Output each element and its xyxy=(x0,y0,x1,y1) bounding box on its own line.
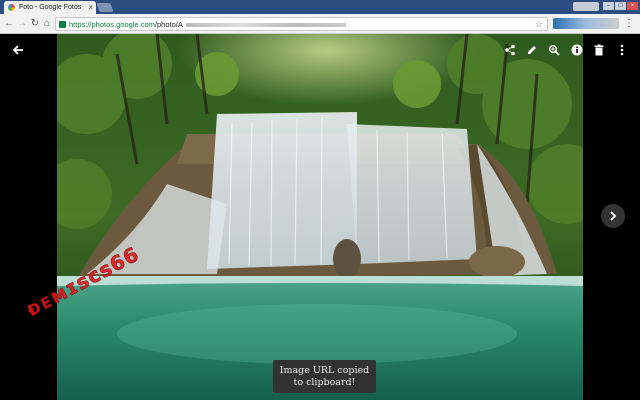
secure-lock-icon xyxy=(59,20,66,28)
more-icon[interactable] xyxy=(614,42,630,58)
url-text: https://photos.google.com/photo/A xyxy=(69,20,346,29)
tab-strip: Foto - Google Fotos × – □ × xyxy=(0,0,640,14)
tab-close-icon[interactable]: × xyxy=(88,3,93,12)
info-icon[interactable] xyxy=(569,42,585,58)
back-button[interactable]: ← xyxy=(3,17,15,30)
url-path: /photo/A xyxy=(154,19,183,29)
url-domain: https://photos.google.com xyxy=(69,19,155,29)
zoom-icon[interactable] xyxy=(546,42,562,58)
minimize-button[interactable]: – xyxy=(603,2,614,10)
next-icon xyxy=(610,211,617,221)
address-bar[interactable]: https://photos.google.com/photo/A ☆ xyxy=(55,17,548,31)
google-photos-favicon-icon xyxy=(8,4,15,11)
next-photo-button[interactable] xyxy=(601,204,625,228)
chrome-menu-icon[interactable]: ⋮ xyxy=(624,17,634,30)
tab-title: Foto - Google Fotos xyxy=(19,4,82,11)
maximize-button[interactable]: □ xyxy=(615,2,626,10)
redacted-url xyxy=(185,22,346,27)
share-icon[interactable] xyxy=(502,42,518,58)
new-tab-button[interactable] xyxy=(96,3,114,12)
forward-button[interactable]: → xyxy=(16,17,28,30)
reload-button[interactable]: ↻ xyxy=(29,17,41,30)
profile-button[interactable] xyxy=(573,2,599,11)
url-copied-toast: Image URL copied to clipboard! xyxy=(273,360,376,393)
bookmark-star-icon[interactable]: ☆ xyxy=(535,18,543,31)
delete-icon[interactable] xyxy=(591,42,607,58)
waterfall-photo xyxy=(57,34,583,400)
home-icon[interactable]: ⌂ xyxy=(41,17,53,30)
back-arrow-icon[interactable] xyxy=(10,42,26,58)
close-window-button[interactable]: × xyxy=(627,2,638,10)
tab-google-fotos[interactable]: Foto - Google Fotos × xyxy=(4,1,96,14)
photo-viewer: Image URL copied to clipboard! xyxy=(0,34,640,400)
extension-area[interactable] xyxy=(553,18,619,29)
edit-icon[interactable] xyxy=(524,42,540,58)
browser-toolbar: ← → ↻ ⌂ https://photos.google.com/photo/… xyxy=(0,14,640,34)
